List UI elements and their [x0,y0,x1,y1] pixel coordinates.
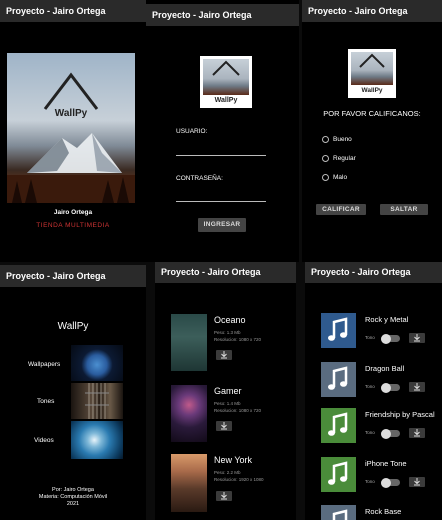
footer-subject: Materia: Computación Móvil [38,494,108,500]
splash-image: WallPy [7,53,135,203]
footer-year: 2021 [66,501,80,507]
app-bar: Proyecto - Jairo Ortega [302,0,442,22]
music-note-icon [321,457,356,492]
radio-bueno[interactable] [322,136,329,143]
menu-item-tones[interactable] [71,383,123,419]
logo-text: WallPy [361,87,383,94]
logo-text: WallPy [54,108,88,119]
wallpaper-name: Oceano [214,315,246,325]
mountain-logo-icon [43,72,99,110]
rating-prompt: POR FAVOR CALIFICANOS: [323,109,421,118]
menu-label-tones: Tones [37,398,55,405]
download-button[interactable] [409,382,425,392]
option-malo: Malo [333,174,348,181]
rate-button[interactable]: CALIFICAR [316,204,366,215]
logo-card: WallPy [200,56,252,108]
tone-name: Dragon Ball [365,364,405,373]
option-bueno: Bueno [333,136,352,143]
splash-screen: Proyecto - Jairo Ortega WallPy Jairo Ort… [0,0,146,262]
wallpaper-name: New York [214,455,253,465]
guitar-neck-illustration [85,383,109,419]
download-button[interactable] [409,477,425,487]
tone-name: Rock Base [365,507,402,516]
download-icon [221,422,227,430]
download-icon [414,429,420,437]
tone-toggle[interactable] [381,477,400,488]
radio-malo[interactable] [322,174,329,181]
menu-item-wallpapers[interactable] [71,345,123,381]
wallpaper-weight: Peso: 1.3 Mb [214,330,241,335]
tone-toggle[interactable] [381,333,400,344]
tone-name: Rock y Metal [365,315,409,324]
music-note-icon [321,408,356,443]
wallpaper-name: Gamer [214,386,242,396]
logo-card: WallPy [348,49,396,98]
login-button[interactable]: INGRESAR [198,218,246,232]
app-bar: Proyecto - Jairo Ortega [0,0,146,22]
app-bar: Proyecto - Jairo Ortega [0,265,146,287]
wallpaper-resolution: Resolucion: 1920 x 1080 [214,477,264,482]
footer-author: Por: Jairo Ortega [52,487,94,493]
wallpaper-thumb-gamer[interactable] [171,385,207,442]
download-button[interactable] [216,350,232,360]
download-icon [221,492,227,500]
download-button[interactable] [409,428,425,438]
wallpaper-resolution: Resolucion: 1080 x 720 [214,408,262,413]
download-icon [414,478,420,486]
app-bar: Proyecto - Jairo Ortega [146,4,299,26]
tone-toggle-label: Tono [365,384,375,389]
tone-toggle-label: Tono [365,430,375,435]
wallpaper-weight: Peso: 2.2 Mb [214,470,241,475]
login-screen: Proyecto - Jairo Ortega WallPy USUARIO: … [146,0,299,262]
menu-title: WallPy [57,321,89,332]
skip-button[interactable]: SALTAR [380,204,428,215]
tone-toggle[interactable] [381,428,400,439]
user-label: USUARIO: [176,128,208,135]
menu-screen: Proyecto - Jairo Ortega WallPy Wallpaper… [0,265,146,520]
author-name: Jairo Ortega [53,209,93,216]
download-button[interactable] [216,421,232,431]
mountain-logo-icon [359,53,385,68]
tone-toggle[interactable] [381,382,400,393]
rating-screen: Proyecto - Jairo Ortega WallPy POR FAVOR… [302,0,442,262]
wallpaper-weight: Peso: 1.4 Mb [214,401,241,406]
app-bar: Proyecto - Jairo Ortega [155,262,296,283]
tone-name: Friendship by Pascal [365,410,435,419]
wallpaper-resolution: Resolucion: 1080 x 720 [214,337,262,342]
app-bar: Proyecto - Jairo Ortega [305,262,442,283]
menu-label-wallpapers: Wallpapers [28,361,61,368]
download-icon [414,334,420,342]
user-field[interactable] [176,155,266,156]
menu-item-videos[interactable] [71,421,123,459]
mountain-logo-icon [212,60,240,76]
download-button[interactable] [409,333,425,343]
menu-footer: Por: Jairo Ortega Materia: Computación M… [0,487,146,508]
password-label: CONTRASEÑA: [176,175,223,182]
tone-toggle-label: Tono [365,479,375,484]
wallpaper-thumb-oceano[interactable] [171,314,207,371]
store-label: TIENDA MULTIMEDIA [36,222,110,229]
music-note-icon [321,505,356,520]
download-icon [414,383,420,391]
download-button[interactable] [216,491,232,501]
tones-screen: Proyecto - Jairo Ortega Rock y Metal Tono… [305,262,442,520]
music-note-icon [321,362,356,397]
radio-regular[interactable] [322,155,329,162]
download-icon [221,351,227,359]
music-note-icon [321,313,356,348]
option-regular: Regular [333,155,356,162]
wallpapers-screen: Proyecto - Jairo Ortega Oceano Peso: 1.3… [155,262,296,520]
menu-label-videos: Videos [34,437,54,444]
tone-toggle-label: Tono [365,335,375,340]
tone-name: iPhone Tone [365,459,407,468]
password-field[interactable] [176,201,266,202]
wallpaper-thumb-new-york[interactable] [171,454,207,512]
logo-text: WallPy [214,97,238,104]
